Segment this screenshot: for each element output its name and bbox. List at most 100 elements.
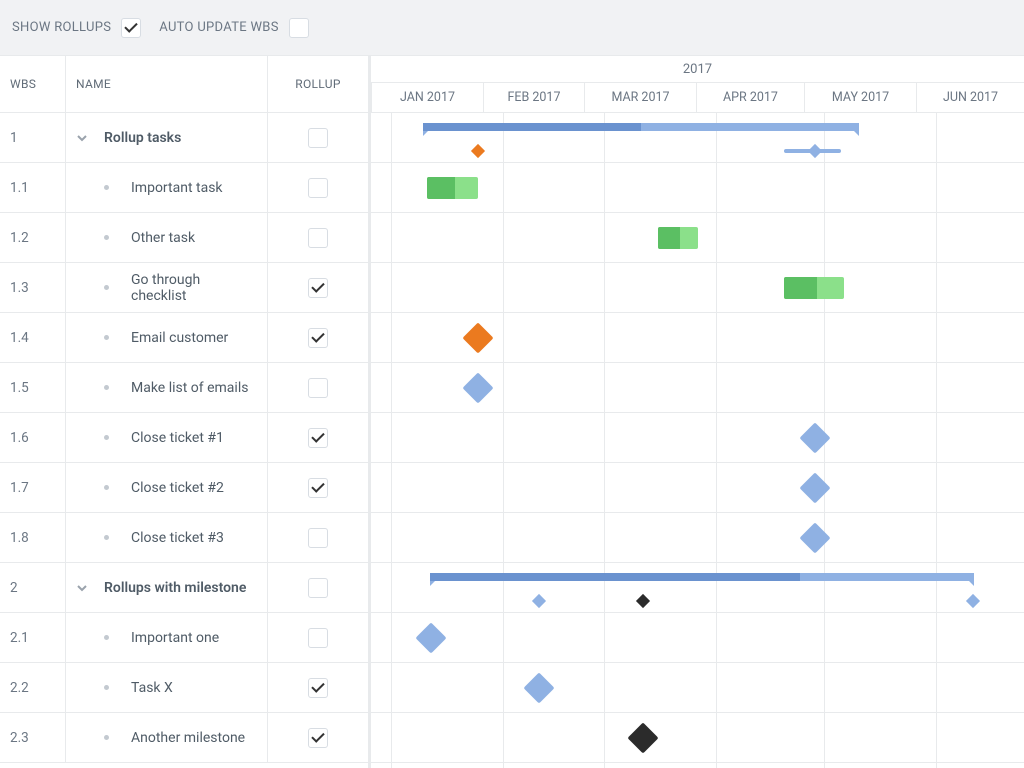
wbs-cell: 1.5 bbox=[0, 363, 66, 412]
timeline-row bbox=[371, 413, 1024, 463]
table-row[interactable]: 1.2 Other task bbox=[0, 213, 368, 263]
leaf-bullet-icon bbox=[104, 635, 109, 640]
rollup-checkbox[interactable] bbox=[308, 328, 328, 348]
task-name-label: Task X bbox=[131, 680, 173, 696]
wbs-cell: 1 bbox=[0, 113, 66, 162]
task-name-label: Close ticket #3 bbox=[131, 530, 224, 546]
column-header-rollup[interactable]: Rollup bbox=[268, 56, 368, 112]
rollup-checkbox[interactable] bbox=[308, 728, 328, 748]
timeline-header: 2017 JAN 2017FEB 2017MAR 2017APR 2017MAY… bbox=[371, 55, 1024, 113]
leaf-bullet-icon bbox=[104, 285, 109, 290]
wbs-cell: 2.2 bbox=[0, 663, 66, 712]
leaf-bullet-icon bbox=[104, 185, 109, 190]
timeline-year-header: 2017 bbox=[371, 56, 1024, 83]
name-cell[interactable]: Rollups with milestone bbox=[66, 563, 268, 612]
table-row[interactable]: 1.4 Email customer bbox=[0, 313, 368, 363]
name-cell[interactable]: Important one bbox=[66, 613, 268, 662]
task-list-pane: WBS Name Rollup 1Rollup tasks1.1Importan… bbox=[0, 55, 371, 768]
rollup-cell bbox=[268, 613, 368, 662]
table-row[interactable]: 1.1Important task bbox=[0, 163, 368, 213]
wbs-cell: 1.1 bbox=[0, 163, 66, 212]
rollup-checkbox[interactable] bbox=[308, 628, 328, 648]
wbs-cell: 2 bbox=[0, 563, 66, 612]
name-cell[interactable]: Other task bbox=[66, 213, 268, 262]
name-cell[interactable]: Close ticket #3 bbox=[66, 513, 268, 562]
table-row[interactable]: 2.2 Task X bbox=[0, 663, 368, 713]
rollup-checkbox[interactable] bbox=[308, 278, 328, 298]
table-row[interactable]: 2.1Important one bbox=[0, 613, 368, 663]
rollup-checkbox[interactable] bbox=[308, 378, 328, 398]
timeline-rows bbox=[371, 113, 1024, 763]
name-cell[interactable]: Important task bbox=[66, 163, 268, 212]
name-cell[interactable]: Email customer bbox=[66, 313, 268, 362]
table-row[interactable]: 2 Rollups with milestone bbox=[0, 563, 368, 613]
leaf-bullet-icon bbox=[104, 385, 109, 390]
wbs-cell: 1.8 bbox=[0, 513, 66, 562]
task-name-label: Another milestone bbox=[131, 730, 245, 746]
chevron-down-icon[interactable] bbox=[76, 132, 88, 144]
wbs-cell: 2.3 bbox=[0, 713, 66, 762]
wbs-cell: 1.4 bbox=[0, 313, 66, 362]
column-header-wbs[interactable]: WBS bbox=[0, 56, 66, 112]
rollup-cell bbox=[268, 663, 368, 712]
leaf-bullet-icon bbox=[104, 235, 109, 240]
name-cell[interactable]: Task X bbox=[66, 663, 268, 712]
name-cell[interactable]: Another milestone bbox=[66, 713, 268, 762]
leaf-bullet-icon bbox=[104, 735, 109, 740]
timeline-month-header: APR 2017 bbox=[697, 83, 805, 112]
rollup-cell bbox=[268, 213, 368, 262]
table-row[interactable]: 1.8 Close ticket #3 bbox=[0, 513, 368, 563]
table-row[interactable]: 1.3Go through checklist bbox=[0, 263, 368, 313]
task-name-label: Rollups with milestone bbox=[104, 580, 246, 596]
auto-update-control: Auto update WBS bbox=[159, 18, 308, 38]
name-cell[interactable]: Close ticket #2 bbox=[66, 463, 268, 512]
leaf-bullet-icon bbox=[104, 535, 109, 540]
rollup-checkbox[interactable] bbox=[308, 678, 328, 698]
timeline-row bbox=[371, 113, 1024, 163]
rollup-checkbox[interactable] bbox=[308, 178, 328, 198]
timeline-row bbox=[371, 613, 1024, 663]
show-rollups-control: Show rollups bbox=[12, 18, 141, 38]
table-row[interactable]: 1.5Make list of emails bbox=[0, 363, 368, 413]
rollup-checkbox[interactable] bbox=[308, 428, 328, 448]
task-name-label: Email customer bbox=[131, 330, 228, 346]
task-name-label: Rollup tasks bbox=[104, 130, 181, 146]
task-list-body: 1 Rollup tasks 1.1Important task1.2 Other t… bbox=[0, 113, 368, 763]
leaf-bullet-icon bbox=[104, 335, 109, 340]
rollup-checkbox[interactable] bbox=[308, 478, 328, 498]
timeline-row bbox=[371, 313, 1024, 363]
table-row[interactable]: 1.7 Close ticket #2 bbox=[0, 463, 368, 513]
task-name-label: Close ticket #2 bbox=[131, 480, 224, 496]
rollup-checkbox[interactable] bbox=[308, 578, 328, 598]
timeline-row bbox=[371, 663, 1024, 713]
wbs-cell: 1.7 bbox=[0, 463, 66, 512]
chevron-down-icon[interactable] bbox=[76, 582, 88, 594]
table-row[interactable]: 1.6Close ticket #1 bbox=[0, 413, 368, 463]
name-cell[interactable]: Close ticket #1 bbox=[66, 413, 268, 462]
timeline-row bbox=[371, 263, 1024, 313]
timeline-row bbox=[371, 363, 1024, 413]
rollup-cell bbox=[268, 413, 368, 462]
leaf-bullet-icon bbox=[104, 685, 109, 690]
rollup-checkbox[interactable] bbox=[308, 128, 328, 148]
auto-update-wbs-checkbox[interactable] bbox=[289, 18, 309, 38]
name-cell[interactable]: Make list of emails bbox=[66, 363, 268, 412]
timeline-pane[interactable]: 2017 JAN 2017FEB 2017MAR 2017APR 2017MAY… bbox=[371, 55, 1024, 768]
timeline-months-header: JAN 2017FEB 2017MAR 2017APR 2017MAY 2017… bbox=[371, 83, 1024, 112]
show-rollups-checkbox[interactable] bbox=[121, 18, 141, 38]
wbs-cell: 1.2 bbox=[0, 213, 66, 262]
timeline-row bbox=[371, 513, 1024, 563]
table-row[interactable]: 2.3 Another milestone bbox=[0, 713, 368, 763]
name-cell[interactable]: Rollup tasks bbox=[66, 113, 268, 162]
rollup-cell bbox=[268, 313, 368, 362]
rollup-checkbox[interactable] bbox=[308, 228, 328, 248]
task-name-label: Other task bbox=[131, 230, 195, 246]
gantt-grid: WBS Name Rollup 1Rollup tasks1.1Importan… bbox=[0, 55, 1024, 768]
column-header-name[interactable]: Name bbox=[66, 56, 268, 112]
rollup-cell bbox=[268, 363, 368, 412]
rollup-checkbox[interactable] bbox=[308, 528, 328, 548]
toolbar: Show rollups Auto update WBS bbox=[0, 0, 1024, 55]
table-row[interactable]: 1 Rollup tasks bbox=[0, 113, 368, 163]
task-name-label: Important one bbox=[131, 630, 219, 646]
name-cell[interactable]: Go through checklist bbox=[66, 263, 268, 312]
